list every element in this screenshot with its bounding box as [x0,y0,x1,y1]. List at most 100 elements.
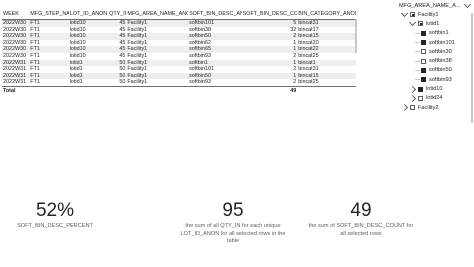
table-row[interactable]: 2022W31 FT1 lotid1 50 Facility1 softbin93 2 bin… [2,79,356,86]
table-cell: FT1 [30,26,40,33]
table-cell: lotid10 [69,52,86,59]
table-row[interactable]: 2022W30 FT1 lotid10 45 Facility1 softbin50 2 bi… [2,33,356,40]
checkbox[interactable] [418,86,423,92]
table-cell: lotid10 [68,46,109,53]
slicer-item[interactable]: lotid1 [399,19,473,28]
slicer-tree: Facility1 lotid1 softbin1 softbin101 softbin… [399,10,473,112]
chevron-right-icon[interactable] [400,104,409,112]
table-row[interactable]: 2022W30 FT1 lotid10 45 Facility1 softbin101 5 b… [2,19,356,27]
slicer-item-label: lotid24 [426,95,443,102]
table-cell: Facility1 [127,52,148,59]
tree-line [415,51,420,53]
checkbox[interactable] [421,30,426,36]
table-cell: lotid10 [69,39,86,46]
table-row[interactable]: 2022W31 FT1 lotid1 50 Facility1 softbin1 1 binc… [2,59,356,67]
table-cell: 1 [241,46,298,53]
table-cell: bincat17 [298,26,319,33]
column-header[interactable]: SOFT_BIN_DESC_COUNT [241,10,298,20]
column-header[interactable]: WEEK [2,10,30,20]
table-cell: bincat25 [298,79,319,86]
slicer-item[interactable]: softbin38 [399,56,473,65]
slicer-item[interactable]: softbin30 [399,47,473,56]
checkbox[interactable] [410,105,415,111]
chevron-down-icon[interactable] [400,10,409,18]
table-cell: 45 [119,39,126,46]
slicer-item[interactable]: softbin101 [399,38,473,47]
checkbox[interactable] [421,67,426,73]
table-cell: FT1 [29,59,69,67]
checkbox[interactable] [421,40,426,46]
slicer-item[interactable]: Facility1 [399,10,473,19]
slicer-item[interactable]: softbin50 [399,66,473,75]
checkbox[interactable] [418,21,423,27]
chevron-down-icon[interactable] [408,19,417,27]
column-header[interactable]: MFG_STEP_NAME [29,10,69,20]
table-cell: 2022W31 [3,79,27,86]
table-cell: 45 [108,46,127,53]
total-label: Total [2,85,30,95]
slicer-item[interactable]: softbin93 [399,75,473,84]
slicer-item[interactable]: softbin1 [399,29,473,38]
checkbox[interactable] [421,49,426,55]
table-cell: bincat15 [297,72,356,80]
column-header[interactable]: BIN_CATEGORY_ANON [297,10,356,20]
slicer-item[interactable]: lotid24 [399,94,473,103]
checkbox[interactable] [421,77,426,83]
column-header[interactable]: LOT_ID_ANON [68,10,109,20]
slicer-item-label: softbin38 [429,58,452,65]
total-count: 49 [241,85,298,95]
checkbox[interactable] [410,12,415,18]
table-row[interactable]: 2022W30 FT1 lotid10 45 Facility1 softbin65 1 bi… [2,46,356,53]
table-row[interactable]: 2022W30 FT1 lotid10 45 Facility1 softbin93 2 bi… [2,53,356,60]
table-row[interactable]: 2022W31 FT1 lotid1 50 Facility1 softbin50 1 bin… [2,72,356,80]
chevron-down-icon[interactable] [463,0,472,9]
table-cell: 32 [290,26,297,33]
table-cell: lotid10 [68,19,109,27]
table-cell: softbin38 [189,26,211,33]
table-cell: 50 [119,79,126,86]
table-cell: bincat1 [297,59,356,67]
slicer-item-label: Facility2 [418,104,439,111]
slicer-item-label: softbin1 [429,30,449,37]
checkbox[interactable] [418,95,423,101]
table-row[interactable]: 2022W30 FT1 lotid10 45 Facility1 softbin38 32 b… [2,27,356,34]
table-cell: 50 [108,59,127,67]
table-row[interactable]: 2022W31 FT1 lotid1 50 Facility1 softbin101 2 bi… [2,66,356,73]
table-cell: bincat31 [297,19,356,27]
column-header[interactable]: QTY_IN [108,10,127,20]
slicer-item-label: lotid1 [426,20,440,27]
column-header[interactable]: SOFT_BIN_DESC_ANON [188,10,242,20]
table-cell: FT1 [30,39,40,46]
slicer-scrollbar[interactable] [471,13,473,123]
tree-line [415,69,420,71]
chevron-right-icon[interactable] [408,85,417,93]
slicer-header[interactable]: MFG_AREA_NAME_A... [399,0,473,10]
table-cell: 45 [108,33,127,40]
table-scrollbar[interactable] [355,19,357,53]
table-cell: softbin101 [188,19,242,27]
column-header[interactable]: MFG_AREA_NAME_ANON [126,10,189,20]
card-soft-bin-percent: 52% SOFT_BIN_DESC_PERCENT [10,201,100,231]
table-cell: Facility1 [126,33,189,40]
slicer-item-label: lotid10 [426,86,443,93]
table-cell: FT1 [30,52,40,59]
card-qty-sum: 95 the sum of all QTY_IN for each unique… [178,201,288,246]
table-cell: softbin50 [188,33,242,40]
table-cell: FT1 [29,46,69,53]
chevron-right-icon[interactable] [408,94,417,102]
table-cell: 1 [293,39,297,46]
table-cell: Facility1 [126,59,189,67]
table-cell: 1 [241,72,298,80]
checkbox[interactable] [421,58,426,64]
table-cell: Facility1 [127,79,148,86]
table-cell: 2022W30 [2,46,30,53]
slicer-item-label: softbin30 [429,48,452,55]
table-cell: 5 [241,19,298,27]
table-row[interactable]: 2022W30 FT1 lotid10 45 Facility1 softbin62 1 bi… [2,40,356,47]
tree-line [415,79,420,81]
table-cell: 2022W30 [3,39,27,46]
table-cell: Facility1 [127,39,148,46]
slicer-item[interactable]: lotid10 [399,84,473,93]
slicer-item-label: softbin101 [429,39,455,46]
slicer-item[interactable]: Facility2 [399,103,473,112]
